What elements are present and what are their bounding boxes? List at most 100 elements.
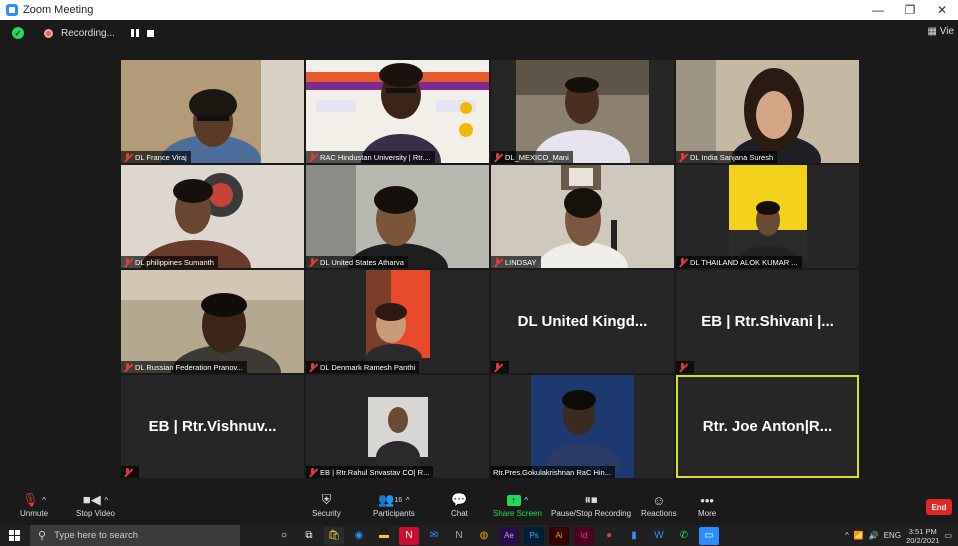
participant-tile[interactable]: DL Russian Federation Pranov...	[121, 270, 304, 373]
taskbar-search-box[interactable]: ⚲ Type here to search	[30, 525, 240, 546]
participant-tile[interactable]: DL philippines Sumanth	[121, 165, 304, 268]
chat-button[interactable]: 💬 Chat	[451, 491, 468, 518]
file-explorer-icon[interactable]: ▬	[374, 527, 394, 545]
notification-icon[interactable]: ▭	[944, 531, 952, 540]
network-icon[interactable]: 📶	[854, 531, 864, 540]
participant-tile[interactable]: EB | Rtr.Shivani |...	[676, 270, 859, 373]
mic-muted-icon	[123, 362, 132, 372]
participant-video	[121, 270, 304, 373]
volume-icon[interactable]: 🔊	[869, 531, 879, 540]
windows-start-icon[interactable]	[0, 525, 28, 546]
participant-name: DL_MEXICO_Mani	[505, 152, 569, 162]
window-titlebar: Zoom Meeting — ❐ ✕	[0, 0, 958, 20]
mic-muted-icon	[493, 257, 502, 267]
participant-video	[121, 60, 304, 163]
mic-muted-icon	[493, 362, 502, 372]
store-icon[interactable]: 🛍	[324, 526, 344, 545]
pause-stop-icon: ⏸⏹	[584, 492, 598, 507]
participant-display-name: Rtr. Joe Anton|R...	[702, 418, 833, 435]
participant-name: DL India Sanjana Suresh	[690, 152, 774, 162]
security-button[interactable]: ⛨ Security	[312, 491, 341, 518]
participant-tile[interactable]: EB | Rtr.Rahul Srivastav CO| R...	[306, 375, 489, 478]
participants-button[interactable]: 👥 16 ^ Participants	[373, 491, 415, 518]
participant-tile[interactable]: DL United States Atharva	[306, 165, 489, 268]
mic-muted-icon	[123, 467, 132, 477]
search-placeholder: Type here to search	[54, 530, 139, 541]
encryption-shield-icon[interactable]: ✓	[12, 27, 24, 39]
mic-muted-icon	[123, 257, 132, 267]
reactions-button[interactable]: ☺ Reactions	[641, 491, 677, 519]
participant-tile[interactable]: DL THAILAND ALOK KUMAR ...	[676, 165, 859, 268]
mic-muted-icon	[493, 152, 502, 162]
participant-tile[interactable]: DL India Sanjana Suresh	[676, 60, 859, 163]
participant-display-name: DL United Kingd...	[517, 313, 648, 330]
participant-name: DL Denmark Ramesh Panthi	[320, 362, 416, 372]
participant-name: DL Russian Federation Pranov...	[135, 362, 243, 372]
participants-count: 16	[394, 496, 403, 504]
app-icon[interactable]: ▮	[624, 527, 644, 545]
participant-tile[interactable]: DL France Viraj	[121, 60, 304, 163]
participant-tile[interactable]: LINDSAY	[491, 165, 674, 268]
taskbar-clock[interactable]: 3:51 PM 20/2/2021	[906, 527, 939, 545]
recording-dot-icon	[44, 28, 53, 38]
mic-muted-icon	[308, 152, 317, 162]
notion-icon[interactable]: N	[449, 527, 469, 545]
participant-tile[interactable]: RAC Hindustan University | Rtr....	[306, 60, 489, 163]
stop-recording-icon[interactable]	[146, 29, 154, 37]
participant-name: DL United States Atharva	[320, 257, 404, 267]
after-effects-icon[interactable]: Ae	[499, 526, 519, 545]
participant-name: LINDSAY	[505, 257, 537, 267]
mic-muted-icon: 🎙 ^	[22, 492, 46, 507]
participant-video	[491, 165, 674, 268]
participant-display-name: EB | Rtr.Vishnuv...	[148, 418, 277, 435]
zoom-logo-icon	[6, 4, 18, 16]
participant-video	[676, 60, 859, 163]
tray-overflow-icon[interactable]: ^	[845, 531, 849, 540]
clock-time: 3:51 PM	[908, 526, 937, 536]
participant-video	[306, 270, 489, 373]
recording-indicator: Recording...	[38, 24, 162, 42]
minimize-button[interactable]: —	[862, 0, 894, 20]
cortana-icon[interactable]: ○	[274, 527, 294, 545]
photoshop-icon[interactable]: Ps	[524, 526, 544, 545]
illustrator-icon[interactable]: Ai	[549, 526, 569, 545]
participant-name: DL France Viraj	[135, 152, 187, 162]
participant-tile[interactable]: DL Denmark Ramesh Panthi	[306, 270, 489, 373]
maximize-button[interactable]: ❐	[894, 0, 926, 20]
chrome-icon[interactable]: ◍	[474, 527, 494, 545]
search-icon: ⚲	[38, 530, 47, 542]
language-indicator[interactable]: ENG	[884, 531, 901, 540]
mic-muted-icon	[678, 152, 687, 162]
whatsapp-icon[interactable]: ✆	[674, 527, 694, 545]
participant-tile[interactable]: Rtr.Pres.Gokulakrishnan RaC Hin...	[491, 375, 674, 478]
participant-video	[306, 60, 489, 163]
chat-bubble-icon: 💬	[451, 492, 468, 507]
participant-tile-active-speaker[interactable]: Rtr. Joe Anton|R...	[676, 375, 859, 478]
pause-recording-icon[interactable]	[130, 29, 139, 37]
more-button[interactable]: ••• More	[698, 491, 716, 519]
ellipsis-icon: •••	[700, 492, 714, 508]
participant-tile[interactable]: EB | Rtr.Vishnuv...	[121, 375, 304, 478]
stop-video-button[interactable]: ■◀ ^ Stop Video	[76, 491, 115, 518]
task-view-icon[interactable]: ⧉	[299, 527, 319, 545]
pause-stop-recording-button[interactable]: ⏸⏹ Pause/Stop Recording	[551, 491, 631, 518]
close-button[interactable]: ✕	[926, 0, 958, 20]
share-screen-button[interactable]: ↑ ^ Share Screen	[493, 491, 542, 518]
mail-icon[interactable]: ✉	[424, 527, 444, 545]
participant-tile[interactable]: DL United Kingd...	[491, 270, 674, 373]
end-meeting-button[interactable]: End	[926, 499, 952, 515]
participant-video	[491, 60, 674, 163]
netflix-icon[interactable]: N	[399, 526, 419, 545]
mic-muted-icon	[308, 467, 317, 477]
word-icon[interactable]: W	[649, 527, 669, 545]
edge-icon[interactable]: ◉	[349, 527, 369, 545]
media-player-icon[interactable]: ●	[599, 527, 619, 545]
taskbar-apps: ○ ⧉ 🛍 ◉ ▬ N ✉ N ◍ Ae Ps Ai Id ● ▮ W ✆ ▭	[274, 526, 719, 545]
participant-tile[interactable]: DL_MEXICO_Mani	[491, 60, 674, 163]
mic-muted-icon	[308, 257, 317, 267]
unmute-button[interactable]: 🎙 ^ Unmute	[20, 491, 48, 518]
mic-muted-icon	[678, 257, 687, 267]
indesign-icon[interactable]: Id	[574, 526, 594, 545]
zoom-taskbar-icon[interactable]: ▭	[699, 526, 719, 545]
view-toggle-button[interactable]: ▦ Vie	[928, 26, 955, 37]
